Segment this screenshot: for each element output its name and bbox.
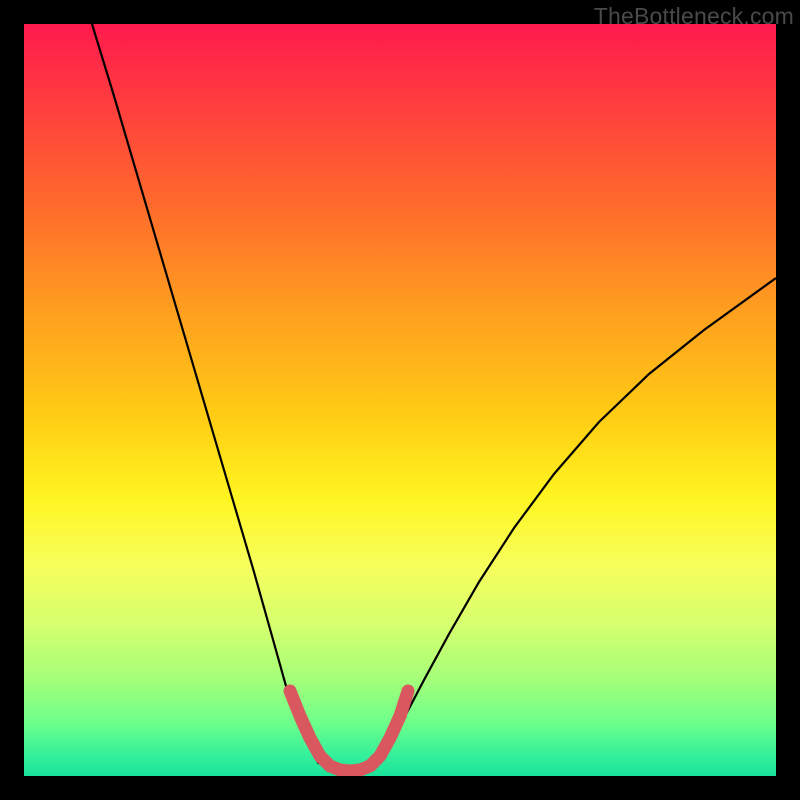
series-left-curve xyxy=(92,24,319,764)
chart-frame xyxy=(24,24,776,776)
series-bottom-valley xyxy=(290,691,408,771)
chart-svg xyxy=(24,24,776,776)
watermark-text: TheBottleneck.com xyxy=(594,3,794,30)
series-right-curve xyxy=(379,278,776,764)
